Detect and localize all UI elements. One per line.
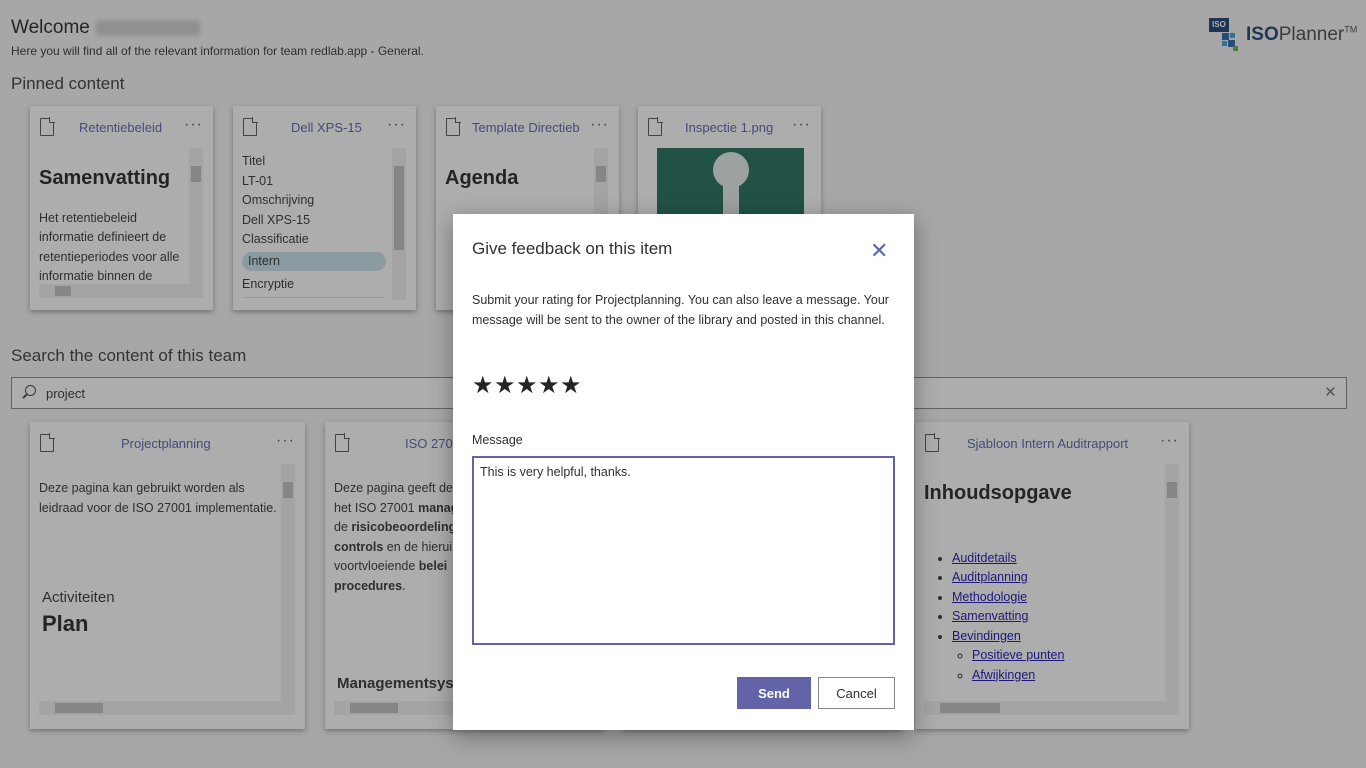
star-icon[interactable]: ★ bbox=[538, 371, 560, 400]
feedback-dialog: Give feedback on this item ✕ Submit your… bbox=[453, 214, 914, 730]
send-button[interactable]: Send bbox=[737, 677, 811, 709]
cancel-button[interactable]: Cancel bbox=[818, 677, 895, 709]
star-icon[interactable]: ★ bbox=[516, 371, 538, 400]
star-icon[interactable]: ★ bbox=[472, 371, 494, 400]
star-rating[interactable]: ★★★★★ bbox=[472, 371, 582, 400]
message-label: Message bbox=[472, 433, 523, 447]
dialog-description: Submit your rating for Projectplanning. … bbox=[472, 293, 889, 327]
star-icon[interactable]: ★ bbox=[560, 371, 582, 400]
dialog-title: Give feedback on this item bbox=[472, 239, 673, 258]
message-textarea[interactable]: This is very helpful, thanks. bbox=[472, 456, 895, 645]
close-icon[interactable]: ✕ bbox=[870, 240, 888, 262]
star-icon[interactable]: ★ bbox=[494, 371, 516, 400]
